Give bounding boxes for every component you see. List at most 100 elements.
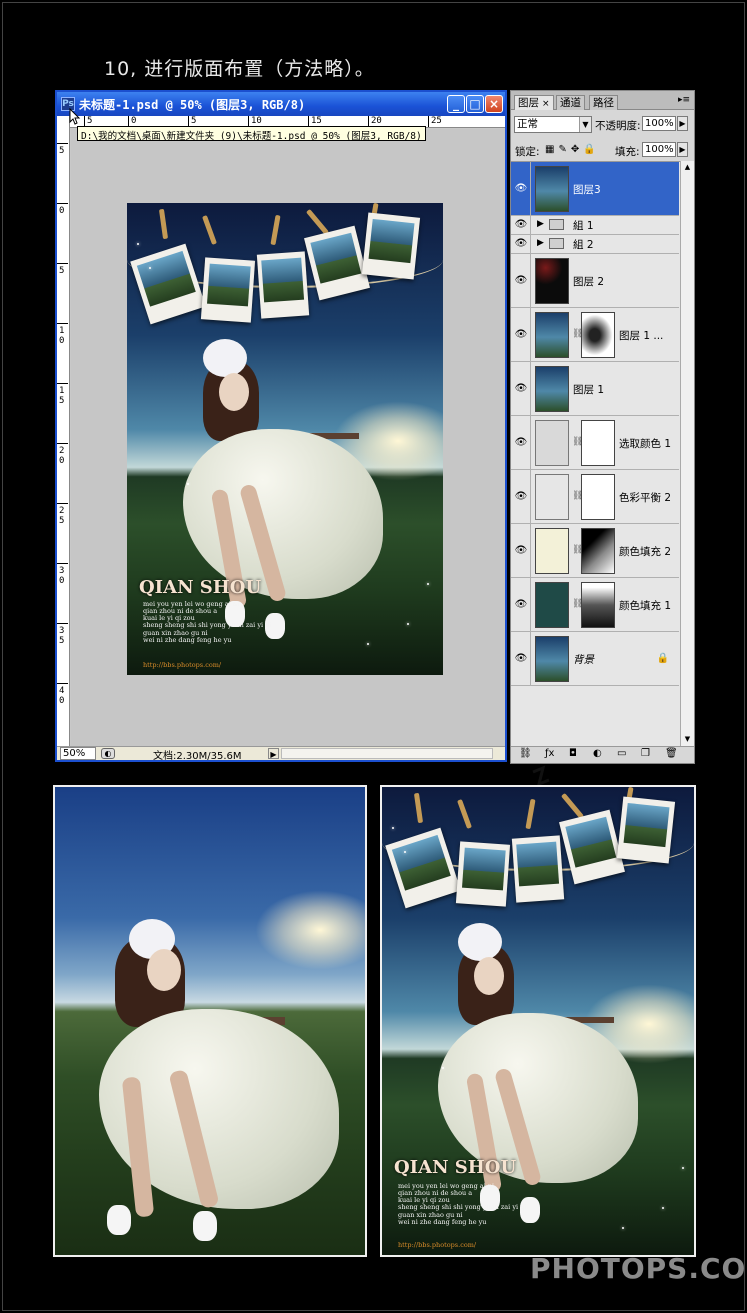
eye-icon: 👁	[514, 238, 528, 249]
visibility-toggle[interactable]: 👁	[511, 578, 531, 631]
delete-layer-icon[interactable]: 🗑	[665, 748, 678, 759]
adjustment-layer-row[interactable]: 👁 ⛓ 色彩平衡 2	[511, 470, 679, 524]
new-layer-icon[interactable]: ❐	[641, 748, 650, 759]
layer-row[interactable]: 👁 ⛓ 图层 1 ...	[511, 308, 679, 362]
visibility-toggle[interactable]: 👁	[511, 216, 531, 234]
fill-layer-row[interactable]: 👁 ⛓ 颜色填充 2	[511, 524, 679, 578]
layer-name: 图层 1 ...	[619, 329, 664, 342]
minimize-button[interactable]: _	[447, 95, 465, 113]
layer-row[interactable]: 👁 图层 2	[511, 254, 679, 308]
ruler-tick: 1 5	[57, 383, 69, 406]
lock-icon: 🔒	[656, 652, 669, 664]
ruler-tick: 4 0	[57, 683, 69, 706]
color-balance-icon	[535, 473, 569, 520]
scroll-up-icon[interactable]: ▲	[681, 161, 694, 174]
fill-layer-row[interactable]: 👁 ⛓ 颜色填充 1	[511, 578, 679, 632]
expand-triangle-icon[interactable]: ▶	[537, 238, 544, 248]
eye-icon: 👁	[514, 219, 528, 230]
visibility-toggle[interactable]: 👁	[511, 162, 531, 215]
url-text: http://bbs.photops.com/	[143, 661, 222, 669]
layer-group-row[interactable]: 👁 ▶ 組 1	[511, 216, 679, 235]
eye-icon: 👁	[514, 544, 528, 556]
lock-transparency-icon[interactable]: ▦	[545, 144, 558, 155]
layer-row[interactable]: 👁 图层3	[511, 162, 679, 216]
maximize-button[interactable]: □	[466, 95, 484, 113]
new-group-icon[interactable]: ▭	[617, 748, 626, 759]
visibility-toggle[interactable]: 👁	[511, 632, 531, 685]
layer-name: 选取颜色 1	[619, 437, 672, 450]
tab-channels[interactable]: 通道	[556, 95, 585, 110]
zoom-level-field[interactable]: 50%	[60, 747, 96, 760]
panel-menu-icon[interactable]: ▸≡	[678, 95, 690, 105]
lock-all-icon[interactable]: 🔒	[583, 144, 599, 155]
selective-color-icon	[535, 419, 569, 466]
ruler-tick: 0	[57, 203, 69, 216]
horizontal-scrollbar[interactable]	[281, 748, 493, 759]
document-size-info: 文档:2.30M/35.6M	[153, 751, 242, 762]
layer-mask-thumbnail[interactable]	[581, 311, 615, 358]
adjustment-layer-row[interactable]: 👁 ⛓ 选取颜色 1	[511, 416, 679, 470]
ruler-tick: 1 0	[57, 323, 69, 346]
visibility-toggle[interactable]: 👁	[511, 524, 531, 577]
background-layer-row[interactable]: 👁 背景 🔒	[511, 632, 679, 686]
fill-slider-arrow-icon[interactable]: ▶	[677, 142, 688, 157]
layers-scrollbar[interactable]: ▲ ▼	[680, 161, 694, 746]
adjustment-layer-icon[interactable]: ◐	[593, 748, 602, 759]
lock-label: 锁定:	[515, 146, 540, 158]
fill-field[interactable]: 100%	[642, 142, 676, 157]
document-info-icon[interactable]: ◐	[101, 748, 115, 759]
sparkle	[427, 583, 429, 585]
lock-brush-icon[interactable]: ✎	[558, 144, 570, 155]
layer-row[interactable]: 👁 图层 1	[511, 362, 679, 416]
blend-mode-select[interactable]: 正常 ▼	[514, 116, 592, 133]
scroll-down-icon[interactable]: ▼	[681, 733, 694, 746]
document-canvas[interactable]: QIAN SHOU mei you yen lei wo geng ai ni …	[127, 203, 443, 675]
link-layers-icon[interactable]: ⛓	[519, 748, 532, 759]
ruler-tick: 3 5	[57, 623, 69, 646]
polaroid-photo	[256, 251, 310, 319]
layers-panel-footer: ⛓ ƒx ◘ ◐ ▭ ❐ 🗑	[511, 746, 694, 763]
ruler-tick: 5	[83, 116, 93, 127]
window-titlebar[interactable]: Ps 未标题-1.psd @ 50% (图层3, RGB/8) _ □ ×	[57, 92, 505, 116]
layer-style-fx-icon[interactable]: ƒx	[545, 748, 554, 759]
layer-mask-thumbnail[interactable]	[581, 581, 615, 628]
visibility-toggle[interactable]: 👁	[511, 235, 531, 253]
close-icon: ×	[488, 97, 500, 111]
visibility-toggle[interactable]: 👁	[511, 416, 531, 469]
hat	[203, 339, 247, 377]
eye-icon: 👁	[514, 182, 528, 194]
visibility-toggle[interactable]: 👁	[511, 254, 531, 307]
layer-mask-thumbnail[interactable]	[581, 473, 615, 520]
lock-move-icon[interactable]: ✥	[571, 144, 583, 155]
photoshop-document-window: Ps 未标题-1.psd @ 50% (图层3, RGB/8) _ □ × 5 …	[55, 90, 555, 860]
layer-group-row[interactable]: 👁 ▶ 組 2	[511, 235, 679, 254]
vertical-ruler[interactable]: 5 0 5 1 0 1 5 2 0 2 5 3 0 3 5 4 0	[57, 116, 70, 746]
close-button[interactable]: ×	[485, 95, 503, 113]
sparkle	[187, 483, 189, 485]
add-mask-icon[interactable]: ◘	[569, 748, 577, 759]
expand-triangle-icon[interactable]: ▶	[537, 219, 544, 229]
visibility-toggle[interactable]: 👁	[511, 308, 531, 361]
layer-mask-thumbnail[interactable]	[581, 527, 615, 574]
lock-options[interactable]: ▦✎✥🔒	[545, 144, 600, 155]
layer-mask-thumbnail[interactable]	[581, 419, 615, 466]
face	[474, 957, 504, 995]
step-title: 10, 进行版面布置（方法略）。	[104, 58, 375, 80]
canvas-area[interactable]: QIAN SHOU mei you yen lei wo geng ai ni …	[71, 129, 555, 860]
sparkle	[392, 827, 394, 829]
tab-paths[interactable]: 路径	[589, 95, 618, 110]
status-menu-arrow-icon[interactable]: ▶	[268, 748, 279, 759]
visibility-toggle[interactable]: 👁	[511, 470, 531, 523]
opacity-slider-arrow-icon[interactable]: ▶	[677, 116, 688, 131]
layer-thumbnail	[535, 165, 569, 212]
visibility-toggle[interactable]: 👁	[511, 362, 531, 415]
layer-name: 颜色填充 2	[619, 545, 672, 558]
eye-icon: 👁	[514, 328, 528, 340]
ruler-tick: 15	[308, 116, 322, 127]
close-icon[interactable]: ×	[542, 99, 550, 109]
tab-layers[interactable]: 图层 ×	[514, 95, 554, 110]
ruler-tick: 10	[248, 116, 262, 127]
lyrics-text: mei you yen lei wo geng ai ni qian zhou …	[143, 600, 272, 644]
opacity-field[interactable]: 100%	[642, 116, 676, 131]
face	[219, 373, 249, 411]
